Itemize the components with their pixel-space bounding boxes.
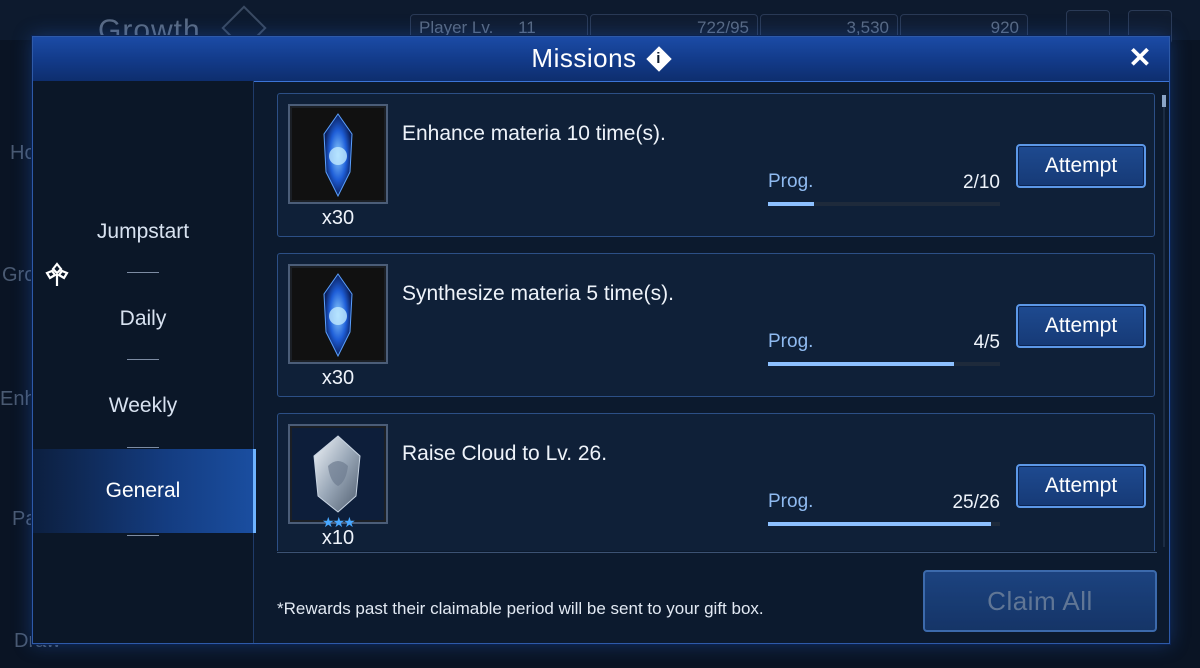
progress-fill [768,522,991,526]
mission-card: x30 Synthesize materia 5 time(s). Prog. … [277,253,1155,397]
progress-fill [768,202,815,206]
claim-all-button[interactable]: Claim All [923,570,1157,632]
tab-daily[interactable]: Daily [33,294,253,344]
scrollbar-track[interactable] [1163,95,1165,547]
jumpstart-icon [45,262,69,286]
sidebar-divider [127,535,159,536]
tab-weekly[interactable]: Weekly [33,381,253,431]
footer-note: *Rewards past their claimable period wil… [277,599,764,618]
reward-quantity: x30 [321,207,355,229]
reward-thumbnail [288,264,388,364]
reward-thumbnail [288,104,388,204]
sidebar-divider [127,359,159,360]
mission-list[interactable]: x30 Enhance materia 10 time(s). Prog. 2/… [277,93,1157,551]
silver-weapon-crystal-icon [313,435,361,513]
player-level-value: 11 [518,18,536,37]
sidebar-divider [127,447,159,448]
tab-general[interactable]: General [33,449,256,533]
reward-quantity: x10 [321,527,355,549]
progress-label: Prog. [768,171,814,192]
tab-jumpstart[interactable]: Jumpstart [33,207,253,257]
blue-materia-crystal-icon [323,113,353,198]
background-side-label: Enh [0,388,36,410]
mission-card: x30 Enhance materia 10 time(s). Prog. 2/… [277,93,1155,237]
progress-bar [768,202,1000,206]
progress-label: Prog. [768,331,814,352]
mission-card: ★★★ x10 Raise Cloud to Lv. 26. Prog. 25/… [277,413,1155,551]
player-level-label: Player Lv. [419,18,494,37]
mission-description: Enhance materia 10 time(s). [402,122,666,145]
mission-category-sidebar: Jumpstart Daily Weekly General [33,81,256,643]
progress-label: Prog. [768,491,814,512]
progress-value: 4/5 [973,332,1000,353]
modal-title-text: Missions [531,43,637,73]
blue-materia-crystal-icon [323,273,353,358]
progress-value: 2/10 [963,172,1000,193]
attempt-button[interactable]: Attempt [1016,304,1146,348]
missions-modal: Missions i ✕ Jumpstart Daily Weekly Gene… [32,36,1170,644]
attempt-button[interactable]: Attempt [1016,144,1146,188]
modal-title: Missions i [33,43,1169,74]
attempt-button[interactable]: Attempt [1016,464,1146,508]
progress-fill [768,362,954,366]
info-icon[interactable]: i [647,47,671,71]
progress-bar [768,522,1000,526]
scrollbar-thumb[interactable] [1162,95,1166,107]
modal-header: Missions i ✕ [33,37,1169,82]
reward-thumbnail: ★★★ [288,424,388,530]
close-icon[interactable]: ✕ [1125,43,1155,73]
mission-description: Synthesize materia 5 time(s). [402,282,674,305]
sidebar-divider [127,272,159,273]
progress-bar [768,362,1000,366]
background-side-label: Gro [2,264,36,286]
reward-quantity: x30 [321,367,355,389]
mission-description: Raise Cloud to Lv. 26. [402,442,608,465]
list-bottom-divider [277,552,1157,553]
progress-value: 25/26 [952,492,1000,513]
info-glyph: i [656,49,661,67]
